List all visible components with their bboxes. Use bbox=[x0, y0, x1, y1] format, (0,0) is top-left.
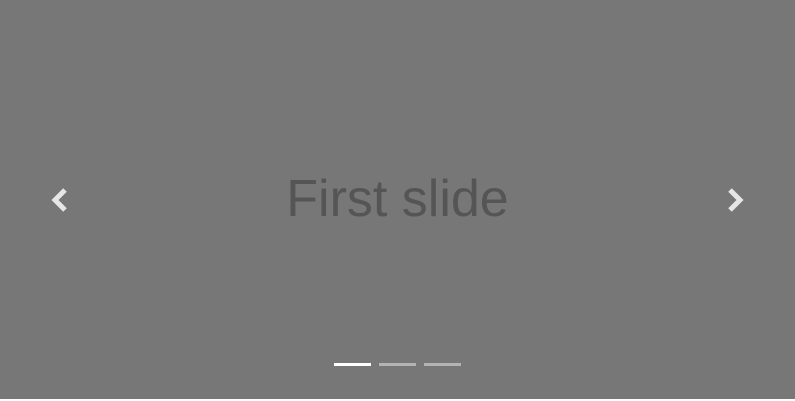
slide-indicators bbox=[0, 362, 795, 368]
previous-slide-button[interactable] bbox=[0, 0, 120, 399]
slide-indicator-1[interactable] bbox=[334, 363, 371, 366]
slide-indicator-3[interactable] bbox=[424, 363, 461, 366]
image-carousel: First slide bbox=[0, 0, 795, 399]
chevron-right-icon bbox=[725, 187, 745, 213]
chevron-left-icon bbox=[50, 187, 70, 213]
slide-indicator-2[interactable] bbox=[379, 363, 416, 366]
next-slide-button[interactable] bbox=[675, 0, 795, 399]
